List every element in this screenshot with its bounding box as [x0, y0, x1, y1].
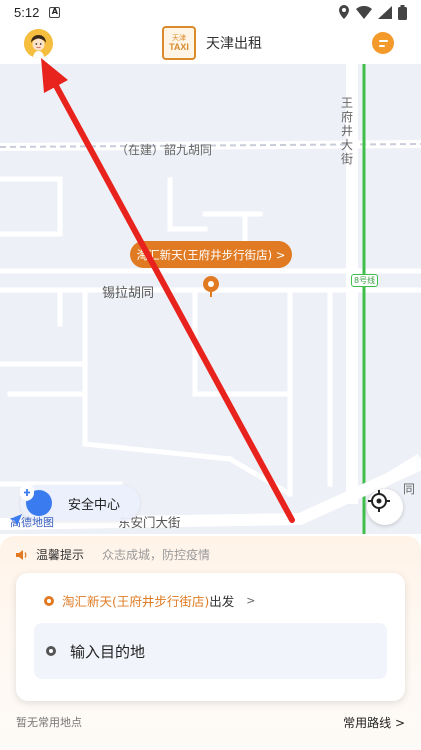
message-line-icon [378, 44, 385, 47]
logo-main-text: TAXI [169, 42, 189, 52]
notification-icon: A [49, 6, 61, 18]
locate-me-button[interactable] [367, 489, 403, 525]
tip-row: 温馨提示 众志成城，防控疫情 [16, 546, 210, 563]
shield-icon [20, 485, 52, 516]
user-avatar[interactable] [24, 29, 53, 58]
signal-icon [378, 5, 392, 19]
destination-input[interactable]: 输入目的地 [34, 623, 387, 679]
battery-icon [398, 4, 407, 20]
map-label-metro: 8号线 [351, 274, 379, 287]
app-header: 天津 TAXI 天津出租 [0, 24, 421, 64]
wifi-icon [356, 5, 372, 19]
status-time: 5:12 [14, 4, 40, 20]
destination-dot-icon [46, 646, 56, 656]
map-label-edge: 同 [403, 482, 416, 496]
app-title: 天津出租 [206, 36, 262, 52]
tip-title: 温馨提示 [36, 548, 85, 562]
bottom-row: 暂无常用地点 常用路线 > [16, 714, 405, 731]
speaker-icon [16, 549, 27, 560]
avatar-illustration-icon [24, 29, 53, 58]
map-brand: 高德地图 [10, 514, 54, 530]
map-label-wangfujing: 王府井大街 [341, 96, 354, 166]
origin-dot-icon [44, 595, 54, 606]
map-view[interactable]: （在建）韶九胡同 王府井大街 锡拉胡同 东安门大街 8号线 同 淘汇新天(王府井… [0, 64, 421, 534]
origin-row[interactable]: 淘汇新天(王府井步行街店) 出发 > [44, 591, 256, 610]
tip-text: 众志成城，防控疫情 [102, 548, 211, 562]
map-label-hutong: （在建）韶九胡同 [116, 143, 213, 157]
common-routes-link[interactable]: 常用路线 > [343, 714, 405, 731]
location-pin-stem [210, 291, 212, 297]
no-frequent-places-text: 暂无常用地点 [16, 716, 82, 729]
location-icon [339, 5, 349, 19]
destination-placeholder: 输入目的地 [70, 642, 146, 661]
origin-place: 淘汇新天(王府井步行街店) [62, 594, 210, 609]
map-roads [0, 64, 421, 534]
ride-request-card: 淘汇新天(王府井步行街店) 出发 > 输入目的地 [16, 573, 405, 701]
location-pin-icon [203, 276, 219, 292]
crosshair-icon [368, 490, 390, 512]
status-right [338, 4, 407, 20]
map-label-xila-hutong: 锡拉胡同 [102, 286, 155, 301]
bottom-sheet: 温馨提示 众志成城，防控疫情 淘汇新天(王府井步行街店) 出发 > 输入目的地 暂… [0, 536, 421, 750]
logo-top-text: 天津 [172, 34, 186, 42]
poi-location-bubble[interactable]: 淘汇新天(王府井步行街店) > [130, 241, 292, 268]
safety-center-label: 安全中心 [68, 497, 121, 513]
taxi-logo-icon: 天津 TAXI [162, 26, 196, 60]
chevron-right-icon: > [246, 594, 256, 607]
status-left: 5:12 A [14, 4, 61, 20]
map-brand-arrow-icon [10, 514, 22, 526]
brand: 天津 TAXI 天津出租 [162, 26, 262, 60]
status-bar: 5:12 A [0, 0, 421, 24]
origin-suffix: 出发 [209, 594, 235, 609]
message-button[interactable] [372, 32, 394, 54]
message-line-icon [378, 39, 388, 42]
